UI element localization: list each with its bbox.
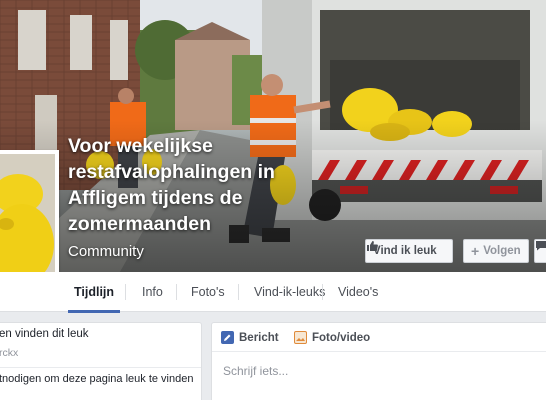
message-icon	[536, 241, 546, 251]
page-category[interactable]: Community	[68, 243, 144, 260]
message-button[interactable]	[534, 239, 546, 263]
follow-button-label: Volgen	[483, 245, 521, 257]
tab-videos[interactable]: Video's	[338, 272, 378, 312]
plus-icon: +	[471, 243, 480, 259]
cover-photo[interactable]: Voor wekelijkse restafvalophalingen in A…	[0, 0, 546, 272]
tab-info[interactable]: Info	[142, 272, 163, 312]
tab-likes[interactable]: Vind-ik-leuks	[254, 272, 325, 312]
like-page-button[interactable]: Vind ik leuk	[365, 239, 453, 263]
page-title: Voor wekelijkse restafvalophalingen in A…	[68, 135, 275, 235]
composer-tab-photo-video[interactable]: Foto/video	[294, 331, 370, 344]
composer-tab-post[interactable]: Bericht	[221, 331, 279, 344]
like-button-label: Vind ik leuk	[373, 245, 437, 257]
tab-divider	[238, 284, 239, 300]
composer-tab-post-label: Bericht	[239, 331, 279, 344]
tab-divider	[125, 284, 126, 300]
pencil-icon	[221, 331, 234, 344]
thumbs-up-icon	[367, 241, 378, 251]
composer-tabs: Bericht Foto/video	[212, 323, 546, 352]
likes-card: en vinden dit leuk rckx tnodigen om deze…	[0, 322, 202, 400]
tab-timeline[interactable]: Tijdlijn	[67, 272, 121, 313]
tab-photos[interactable]: Foto's	[191, 272, 225, 312]
tab-divider	[176, 284, 177, 300]
composer-input[interactable]: Schrijf iets...	[223, 364, 288, 378]
composer-tab-photo-label: Foto/video	[312, 331, 371, 344]
follow-button[interactable]: + Volgen	[463, 239, 529, 263]
photo-icon	[294, 331, 307, 344]
likes-friend-name[interactable]: rckx	[0, 347, 18, 359]
likes-summary[interactable]: en vinden dit leuk	[0, 328, 89, 340]
page-tab-bar: Tijdlijn Info Foto's Vind-ik-leuks Video…	[0, 272, 546, 313]
card-divider	[0, 367, 201, 368]
post-composer: Bericht Foto/video Schrijf iets...	[211, 322, 546, 400]
invite-friends-link[interactable]: tnodigen om deze pagina leuk te vinden	[0, 373, 193, 385]
tab-divider	[322, 284, 323, 300]
